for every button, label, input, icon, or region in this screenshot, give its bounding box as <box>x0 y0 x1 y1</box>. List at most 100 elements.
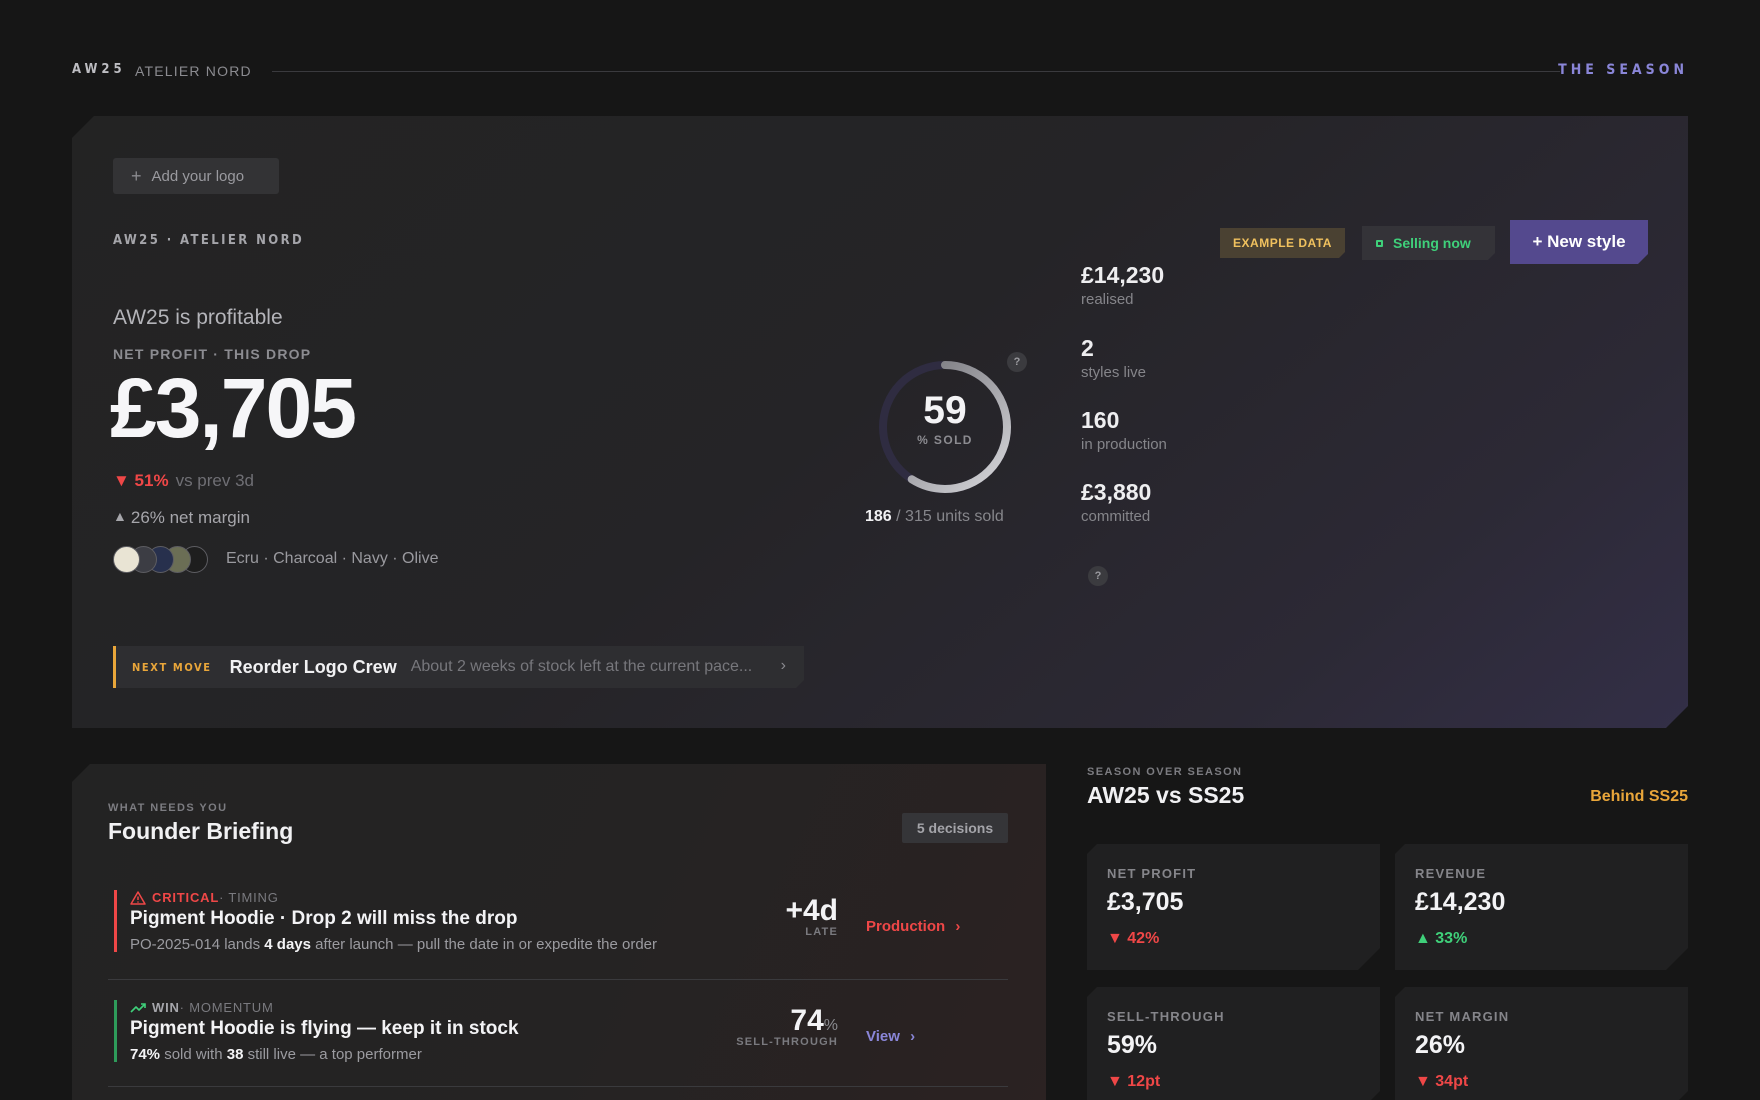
season-hero-card: + Add your logo AW25 · ATELIER NORD EXAM… <box>72 116 1688 728</box>
briefing-item-critical[interactable]: CRITICAL · TIMING Pigment Hoodie · Drop … <box>108 882 1008 978</box>
kpi-delta: ▼ 34pt <box>1415 1073 1469 1090</box>
units-sold-total: / 315 units sold <box>896 508 1004 525</box>
item-body-emphasis: 4 days <box>264 936 311 953</box>
view-link-label: View <box>866 1028 900 1045</box>
stat-value: 2 <box>1081 335 1094 361</box>
kpi-value: 59% <box>1107 1031 1158 1059</box>
item-body-emphasis: 74% <box>130 1046 161 1063</box>
add-logo-label: Add your logo <box>151 167 245 185</box>
top-bar: AW25 ATELIER NORD THE SEASON <box>72 60 1688 80</box>
kpi-value: 26% <box>1415 1031 1466 1059</box>
add-logo-button[interactable]: + Add your logo <box>113 158 279 194</box>
founder-briefing-panel: WHAT NEEDS YOU Founder Briefing 5 decisi… <box>72 764 1046 1100</box>
net-margin: ▲ 26% net margin <box>113 508 250 528</box>
stat-value: £14,230 <box>1081 262 1165 288</box>
margin-up-icon: ▲ <box>113 508 127 524</box>
stat-label: in production <box>1081 436 1167 453</box>
briefing-item-win[interactable]: WIN · MOMENTUM Pigment Hoodie is flying … <box>108 992 1008 1088</box>
committed-help-icon[interactable]: ? <box>1088 566 1108 586</box>
item-severity-tag: WIN <box>152 1000 180 1015</box>
status-dot-icon <box>1376 240 1383 247</box>
item-metric-caption: SELL-THROUGH <box>736 1036 838 1048</box>
item-body: PO-2025-014 lands 4 days after launch — … <box>130 936 657 953</box>
units-sold-count: 186 <box>865 508 892 525</box>
colorway-swatch <box>113 546 140 573</box>
item-body-text: PO-2025-014 lands <box>130 936 265 953</box>
colorway-swatches <box>113 546 198 573</box>
next-move-eyebrow: NEXT MOVE <box>132 660 212 674</box>
item-body-text: sold with <box>160 1046 227 1063</box>
item-metric: +4d LATE <box>785 894 838 938</box>
item-divider <box>108 979 1008 980</box>
item-category: · MOMENTUM <box>179 1000 274 1015</box>
season-code: AW25 <box>72 62 126 77</box>
stat-label: realised <box>1081 291 1134 308</box>
stat-realised: £14,230 realised <box>1081 262 1164 308</box>
plus-icon: + <box>131 166 142 186</box>
stat-label: committed <box>1081 508 1151 525</box>
item-body-text: after launch — pull the date in or exped… <box>310 936 658 953</box>
next-move-card[interactable]: NEXT MOVE Reorder Logo Crew About 2 week… <box>113 646 804 688</box>
new-style-button[interactable]: + New style <box>1510 220 1648 264</box>
kpi-net-profit: NET PROFIT £3,705 ▼ 42% <box>1087 844 1380 970</box>
warning-triangle-icon <box>130 890 146 905</box>
item-body-emphasis: 38 <box>226 1046 244 1063</box>
stat-styles-live: 2 styles live <box>1081 335 1146 381</box>
sos-status: Behind SS25 <box>1590 788 1688 805</box>
kpi-label: REVENUE <box>1415 866 1487 881</box>
trending-up-icon <box>130 1002 146 1013</box>
kpi-label: NET PROFIT <box>1107 866 1197 881</box>
item-metric-unit: % <box>823 1017 838 1034</box>
kpi-sell-through: SELL-THROUGH 59% ▼ 12pt <box>1087 987 1380 1100</box>
chevron-right-icon: › <box>955 918 961 935</box>
colorway-names: Ecru · Charcoal · Navy · Olive <box>226 550 439 567</box>
example-data-badge: EXAMPLE DATA <box>1220 228 1345 258</box>
item-metric: 74% SELL-THROUGH <box>736 1004 838 1048</box>
kpi-delta: ▼ 42% <box>1107 930 1160 947</box>
item-metric-value: 74% <box>736 1004 838 1038</box>
stat-in-production: 160 in production <box>1081 407 1167 453</box>
item-tag-row: CRITICAL · TIMING <box>130 890 279 905</box>
briefing-title: Founder Briefing <box>108 818 294 844</box>
stat-value: 160 <box>1081 407 1120 433</box>
chevron-right-icon: › <box>780 657 786 674</box>
profit-headline: AW25 is profitable <box>113 306 283 329</box>
item-tag-row: WIN · MOMENTUM <box>130 1000 274 1015</box>
sos-eyebrow: SEASON OVER SEASON <box>1087 766 1243 778</box>
item-severity-tag: CRITICAL <box>152 890 220 905</box>
stat-committed: £3,880 committed <box>1081 479 1151 525</box>
decisions-count-badge: 5 decisions <box>902 813 1008 843</box>
section-title: THE SEASON <box>1558 62 1688 78</box>
kpi-label: SELL-THROUGH <box>1107 1009 1225 1024</box>
net-profit-amount: £3,705 <box>110 361 355 455</box>
selling-status-pill[interactable]: Selling now <box>1362 226 1495 260</box>
units-sold: 186 / 315 units sold <box>865 508 1027 526</box>
kpi-net-margin: NET MARGIN 26% ▼ 34pt <box>1395 987 1688 1100</box>
sold-percent-label: % SOLD <box>917 433 973 447</box>
production-link-label: Production <box>866 918 946 935</box>
item-body: 74% sold with 38 still live — a top perf… <box>130 1046 422 1063</box>
item-body-text: still live — a top performer <box>243 1046 422 1063</box>
sos-title: AW25 vs SS25 <box>1087 782 1245 808</box>
profit-eyebrow: NET PROFIT · THIS DROP <box>113 346 312 362</box>
sold-help-icon[interactable]: ? <box>1007 352 1027 372</box>
item-category: · TIMING <box>219 890 279 905</box>
brand-name: ATELIER NORD <box>135 63 252 79</box>
item-metric-value: +4d <box>785 894 838 927</box>
profit-delta-value: ▼ 51% <box>113 471 169 490</box>
stat-label: styles live <box>1081 364 1147 381</box>
item-title: Pigment Hoodie is flying — keep it in st… <box>130 1018 519 1039</box>
net-margin-text: 26% net margin <box>130 508 250 527</box>
kpi-value: £3,705 <box>1107 888 1184 916</box>
briefing-eyebrow: WHAT NEEDS YOU <box>108 802 228 814</box>
profit-delta: ▼ 51% vs prev 3d <box>113 471 254 491</box>
item-title: Pigment Hoodie · Drop 2 will miss the dr… <box>130 908 518 929</box>
item-metric-number: 74 <box>790 1004 824 1037</box>
view-link[interactable]: View › <box>866 1028 915 1045</box>
selling-status-label: Selling now <box>1393 235 1471 251</box>
kpi-delta: ▲ 33% <box>1415 930 1468 947</box>
production-link[interactable]: Production › <box>866 918 960 935</box>
stat-value: £3,880 <box>1081 479 1152 505</box>
kpi-value: £14,230 <box>1415 888 1506 916</box>
next-move-title: Reorder Logo Crew <box>229 656 397 677</box>
